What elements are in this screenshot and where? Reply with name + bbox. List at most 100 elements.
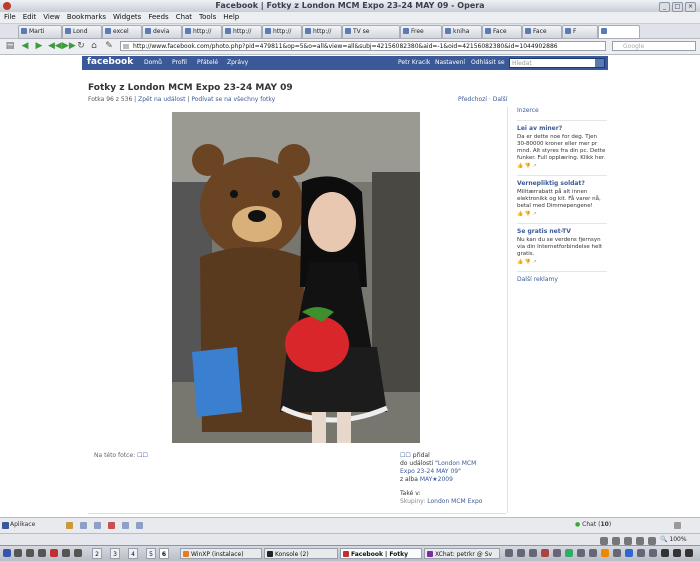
- launcher-icon[interactable]: [14, 549, 22, 557]
- tray-icon[interactable]: [577, 549, 585, 557]
- tray-icon[interactable]: [529, 549, 537, 557]
- task-button[interactable]: XChat: petrkr @ Sv: [424, 548, 500, 559]
- browser-tab[interactable]: http://: [302, 25, 342, 39]
- browser-tab[interactable]: Face: [522, 25, 562, 39]
- tray-icon[interactable]: [625, 549, 633, 557]
- nav-logout[interactable]: Odhlásit se: [471, 59, 505, 66]
- nav-friends[interactable]: Přátelé: [197, 59, 218, 66]
- app-icon[interactable]: [136, 522, 143, 529]
- browser-tab[interactable]: http://: [182, 25, 222, 39]
- browser-tab[interactable]: Marti: [18, 25, 62, 39]
- app-icon[interactable]: [108, 522, 115, 529]
- maximize-icon[interactable]: □: [672, 2, 683, 12]
- task-button-active[interactable]: Facebook | Fotky: [340, 548, 422, 559]
- status-icon[interactable]: [636, 537, 644, 545]
- app-icon[interactable]: [122, 522, 129, 529]
- more-ads-link[interactable]: Další reklamy: [517, 276, 607, 283]
- ad-title[interactable]: Vernepliktig soldat?: [517, 180, 607, 187]
- browser-tab[interactable]: F: [562, 25, 598, 39]
- start-menu-icon[interactable]: [3, 549, 11, 557]
- status-icon[interactable]: [600, 537, 608, 545]
- search-field[interactable]: Google: [612, 41, 696, 51]
- panel-toggle-icon[interactable]: ▤: [5, 41, 15, 51]
- menu-chat[interactable]: Chat: [173, 12, 195, 23]
- edit-icon[interactable]: ✎: [104, 41, 114, 51]
- menu-bookmarks[interactable]: Bookmarks: [64, 12, 109, 23]
- previous-link[interactable]: Předchozí: [458, 96, 487, 103]
- app-icon[interactable]: [94, 522, 101, 529]
- tray-icon[interactable]: [553, 549, 561, 557]
- task-button[interactable]: WinXP (instalace): [180, 548, 262, 559]
- browser-tab[interactable]: Free: [400, 25, 442, 39]
- tray-icon[interactable]: [505, 549, 513, 557]
- menu-tools[interactable]: Tools: [196, 12, 219, 23]
- forward-icon[interactable]: ▶: [34, 41, 44, 51]
- workspace-5[interactable]: 5: [146, 548, 156, 559]
- ad-rating-icons[interactable]: 👍 👎 ↗: [517, 163, 607, 169]
- menu-feeds[interactable]: Feeds: [145, 12, 171, 23]
- menu-help[interactable]: Help: [220, 12, 242, 23]
- menu-edit[interactable]: Edit: [20, 12, 40, 23]
- tray-icon[interactable]: [673, 549, 681, 557]
- fb-search-input[interactable]: Hledat: [509, 58, 605, 68]
- facebook-logo[interactable]: facebook: [87, 57, 133, 67]
- ad-item[interactable]: Se gratis net-TV Nu kan du se verdens fj…: [517, 228, 607, 265]
- fast-forward-icon[interactable]: ▶▶: [62, 41, 76, 51]
- status-icon[interactable]: [648, 537, 656, 545]
- applications-button[interactable]: Aplikace: [10, 521, 35, 528]
- tray-icon[interactable]: [637, 549, 645, 557]
- app-icon[interactable]: [80, 522, 87, 529]
- nav-messages[interactable]: Zprávy: [227, 59, 248, 66]
- chat-button[interactable]: ● Chat (10): [575, 521, 611, 528]
- ad-item[interactable]: Lei av miner? Da er dette noe for deg. T…: [517, 125, 607, 169]
- browser-tab[interactable]: http://: [262, 25, 302, 39]
- search-icon[interactable]: [595, 59, 604, 67]
- status-icon[interactable]: [624, 537, 632, 545]
- opera-launcher-icon[interactable]: [50, 549, 58, 557]
- tray-icon[interactable]: [649, 549, 657, 557]
- browser-tab[interactable]: devia: [142, 25, 182, 39]
- tray-icon[interactable]: [613, 549, 621, 557]
- launcher-icon[interactable]: [26, 549, 34, 557]
- tray-icon[interactable]: [541, 549, 549, 557]
- nav-profile[interactable]: Profil: [172, 59, 187, 66]
- menu-view[interactable]: View: [40, 12, 63, 23]
- browser-tab[interactable]: http://: [222, 25, 262, 39]
- browser-tab[interactable]: Face: [482, 25, 522, 39]
- back-icon[interactable]: ◀: [20, 41, 30, 51]
- ad-title[interactable]: Se gratis net-TV: [517, 228, 607, 235]
- ads-header[interactable]: Inzerce: [517, 107, 607, 114]
- ad-rating-icons[interactable]: 👍 👎 ↗: [517, 211, 607, 217]
- close-icon[interactable]: ×: [685, 2, 696, 12]
- main-photo[interactable]: [172, 112, 420, 443]
- next-link[interactable]: Další: [493, 96, 508, 103]
- reload-icon[interactable]: ↻: [76, 41, 86, 51]
- workspace-3[interactable]: 3: [110, 548, 120, 559]
- zoom-level[interactable]: 🔍 100%: [660, 536, 687, 543]
- menu-widgets[interactable]: Widgets: [110, 12, 144, 23]
- nav-user-name[interactable]: Petr Kracik: [398, 59, 430, 66]
- menu-file[interactable]: File: [1, 12, 19, 23]
- album-link[interactable]: MAY★2009: [420, 476, 453, 483]
- tray-icon[interactable]: [565, 549, 573, 557]
- workspace-6[interactable]: 6: [159, 548, 169, 559]
- browser-tab[interactable]: TV se: [342, 25, 400, 39]
- browser-tab-active[interactable]: [598, 25, 640, 39]
- app-icon[interactable]: [66, 522, 73, 529]
- launcher-icon[interactable]: [38, 549, 46, 557]
- workspace-2[interactable]: 2: [92, 548, 102, 559]
- home-icon[interactable]: ⌂: [89, 41, 99, 51]
- workspace-4[interactable]: 4: [128, 548, 138, 559]
- browser-tab[interactable]: kniha: [442, 25, 482, 39]
- rewind-icon[interactable]: ◀◀: [48, 41, 62, 51]
- launcher-icon[interactable]: [74, 549, 82, 557]
- nav-home[interactable]: Domů: [144, 59, 162, 66]
- ad-item[interactable]: Vernepliktig soldat? Militærrabatt på al…: [517, 180, 607, 217]
- status-icon[interactable]: [612, 537, 620, 545]
- tray-icon[interactable]: [589, 549, 597, 557]
- nav-settings[interactable]: Nastavení: [435, 59, 465, 66]
- task-button[interactable]: Konsole (2): [264, 548, 338, 559]
- notification-icon[interactable]: [674, 522, 681, 529]
- minimize-icon[interactable]: _: [659, 2, 670, 12]
- launcher-icon[interactable]: [62, 549, 70, 557]
